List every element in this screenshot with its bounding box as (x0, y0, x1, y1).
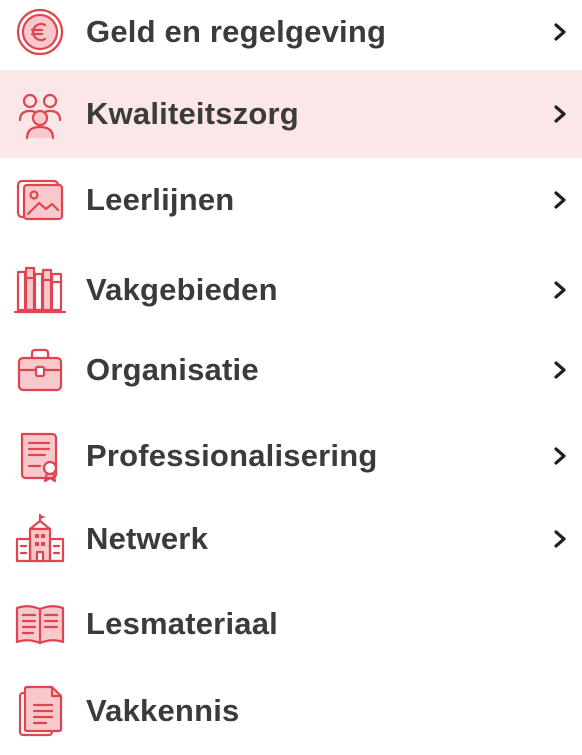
menu-item-label: Leerlijnen (86, 182, 235, 217)
navigation-menu: Geld en regelgeving Kwaliteitszorg Leerl… (0, 0, 582, 737)
menu-item-netwerk[interactable]: Netwerk (0, 495, 582, 583)
menu-item-label: Geld en regelgeving (86, 14, 387, 49)
menu-item-vakgebieden[interactable]: Vakgebieden (0, 246, 582, 334)
menu-item-label: Vakkennis (86, 693, 240, 728)
menu-item-label: Kwaliteitszorg (86, 96, 299, 131)
bookshelf-icon (12, 262, 68, 318)
menu-item-organisatie[interactable]: Organisatie (0, 326, 582, 414)
chevron-right-icon (552, 278, 568, 302)
menu-item-label: Organisatie (86, 352, 259, 387)
menu-item-lesmateriaal[interactable]: Lesmateriaal (0, 580, 582, 668)
picture-frame-icon (12, 172, 68, 228)
chevron-right-icon (552, 188, 568, 212)
menu-item-geld-en-regelgeving[interactable]: Geld en regelgeving (0, 0, 582, 76)
menu-item-label: Professionalisering (86, 438, 378, 473)
menu-item-leerlijnen[interactable]: Leerlijnen (0, 156, 582, 244)
chevron-right-icon (552, 444, 568, 468)
menu-item-vakkennis[interactable]: Vakkennis (0, 667, 582, 755)
document-icon (12, 683, 68, 739)
euro-coin-icon (12, 4, 68, 60)
school-building-icon (12, 511, 68, 567)
chevron-right-icon (552, 358, 568, 382)
briefcase-icon (12, 342, 68, 398)
menu-item-label: Lesmateriaal (86, 606, 278, 641)
open-book-icon (12, 596, 68, 652)
chevron-right-icon (552, 102, 568, 126)
chevron-right-icon (552, 527, 568, 551)
chevron-right-icon (552, 20, 568, 44)
menu-item-label: Netwerk (86, 521, 209, 556)
menu-item-professionalisering[interactable]: Professionalisering (0, 412, 582, 500)
people-group-icon (12, 86, 68, 142)
certificate-icon (12, 428, 68, 484)
menu-item-label: Vakgebieden (86, 272, 278, 307)
menu-item-kwaliteitszorg[interactable]: Kwaliteitszorg (0, 70, 582, 158)
